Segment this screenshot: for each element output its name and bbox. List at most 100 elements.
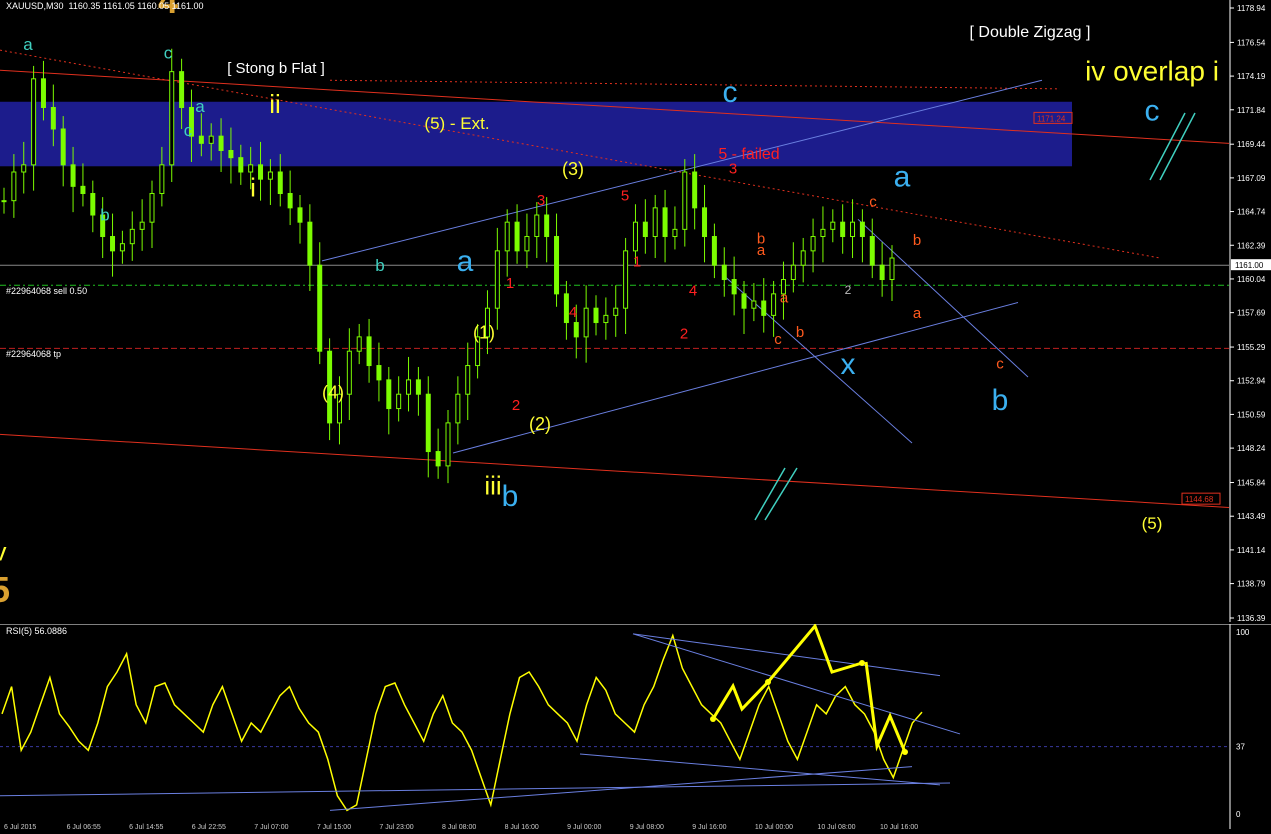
price-tick-label: 1178.94	[1237, 4, 1266, 13]
candle-body	[593, 307, 599, 324]
rsi-tick-label: 100	[1236, 628, 1250, 637]
time-tick-label: 7 Jul 23:00	[379, 824, 413, 829]
candle-body	[376, 365, 382, 381]
price-tick-label: 1176.54	[1237, 38, 1266, 47]
cyan-slash-mark	[1159, 112, 1196, 181]
price-tick-label: 1157.69	[1237, 309, 1266, 318]
rsi-arrow-head	[859, 660, 865, 666]
candle-body	[139, 221, 145, 230]
wave-label: 5	[0, 569, 10, 610]
price-tick-label: 1141.14	[1237, 546, 1266, 555]
candle-body	[40, 78, 46, 108]
candle-body	[830, 221, 836, 230]
time-tick-label: 10 Jul 00:00	[755, 824, 793, 829]
price-tag-label: 1144.68	[1185, 495, 1214, 504]
symbol-header: XAUUSD,M30 1160.35 1161.05 1160.05 1161.…	[6, 1, 204, 11]
time-tick-label: 6 Jul 06:55	[67, 824, 101, 829]
wave-label: a	[780, 289, 789, 306]
wave-label: 4	[569, 304, 577, 321]
wave-label: c	[996, 355, 1004, 372]
candle-body	[840, 221, 846, 238]
price-tick-label: 1164.74	[1237, 208, 1266, 217]
wave-label: (1)	[473, 322, 495, 342]
candle-body	[208, 135, 214, 144]
wave-label: 2	[680, 325, 688, 342]
wave-label: 2	[845, 283, 852, 297]
candle-body	[70, 164, 76, 187]
price-tick-label: 1148.24	[1237, 444, 1266, 453]
candle-body	[110, 236, 116, 252]
wave-label: b	[992, 384, 1009, 417]
candle-body	[90, 193, 96, 216]
candle-body	[692, 171, 698, 209]
candle-body	[800, 250, 806, 266]
wave-label: 1	[633, 254, 641, 271]
dotted-level-line	[329, 79, 1061, 90]
candle-body	[465, 365, 471, 395]
candle-body	[218, 135, 224, 152]
candle-body	[879, 264, 885, 281]
candle-body	[228, 150, 234, 159]
candle-body	[366, 336, 372, 367]
candle-body	[50, 106, 56, 130]
candle-body	[415, 379, 421, 395]
rsi-arrow-head	[710, 716, 716, 722]
rsi-arrow-head	[765, 679, 771, 685]
candle-body	[652, 207, 658, 238]
wave-label: 1	[506, 275, 514, 292]
trend-line	[857, 218, 1029, 378]
candle-body	[554, 236, 560, 295]
wave-label: iv overlap i	[1085, 55, 1219, 86]
candle-body	[346, 350, 352, 395]
candle-body	[317, 264, 323, 352]
wave-label: c	[869, 193, 877, 210]
candle-body	[790, 264, 796, 281]
candle-body	[455, 393, 461, 424]
rsi-tick-label: 0	[1236, 810, 1241, 819]
rsi-chart-svg: 100 37 0 6 Jul 2015 6 Jul 06:55 6 Jul 14:55 6 …	[0, 623, 1271, 831]
tp-order-label: #22964068 tp	[6, 349, 62, 359]
wave-label: b	[502, 480, 519, 513]
rsi-indicator-panel[interactable]: 100 37 0 6 Jul 2015 6 Jul 06:55 6 Jul 14:55 6 …	[0, 623, 1271, 831]
candle-body	[820, 228, 826, 238]
candle-body	[534, 214, 540, 238]
time-tick-label: 6 Jul 14:55	[129, 824, 163, 829]
candle-body	[583, 307, 589, 338]
candle-body	[741, 293, 747, 309]
current-price-label: 1161.00	[1235, 261, 1264, 270]
candle-body	[544, 214, 550, 238]
wave-label: a	[23, 35, 33, 54]
candle-body	[563, 293, 569, 324]
candle-body	[119, 243, 125, 252]
channel-lower-line	[0, 433, 1230, 508]
candle-body	[524, 236, 530, 252]
candle-body	[731, 279, 737, 295]
wave-label: c	[723, 76, 738, 109]
time-tick-label: 7 Jul 07:00	[254, 824, 288, 829]
candle-body	[889, 257, 895, 281]
candle-body	[573, 322, 579, 338]
candle-body	[129, 228, 135, 245]
candle-body	[869, 236, 875, 266]
wave-label: (5)	[1142, 514, 1163, 533]
price-tick-label: 1167.09	[1237, 174, 1266, 183]
price-chart-panel[interactable]: 1178.94 1176.54 1174.19 1171.84 1169.44 1167.…	[0, 0, 1271, 623]
time-tick-label: 10 Jul 08:00	[817, 824, 855, 829]
candle-body	[761, 300, 767, 316]
candle-body	[425, 393, 431, 453]
candle-body	[682, 171, 688, 230]
price-tick-label: 1162.39	[1237, 241, 1266, 250]
candle-body	[149, 193, 155, 223]
candle-body	[307, 221, 313, 266]
wave-label: c	[164, 44, 173, 63]
candle-body	[632, 221, 638, 252]
candle-body	[11, 171, 17, 202]
wave-label: b	[375, 256, 384, 275]
candle-body	[751, 300, 757, 309]
wave-label: b	[796, 324, 804, 341]
wave-label: 3	[537, 192, 545, 209]
candle-body	[159, 164, 165, 195]
wave-label: (3)	[562, 159, 584, 179]
time-tick-label: 6 Jul 22:55	[192, 824, 226, 829]
candle-body	[169, 71, 175, 166]
